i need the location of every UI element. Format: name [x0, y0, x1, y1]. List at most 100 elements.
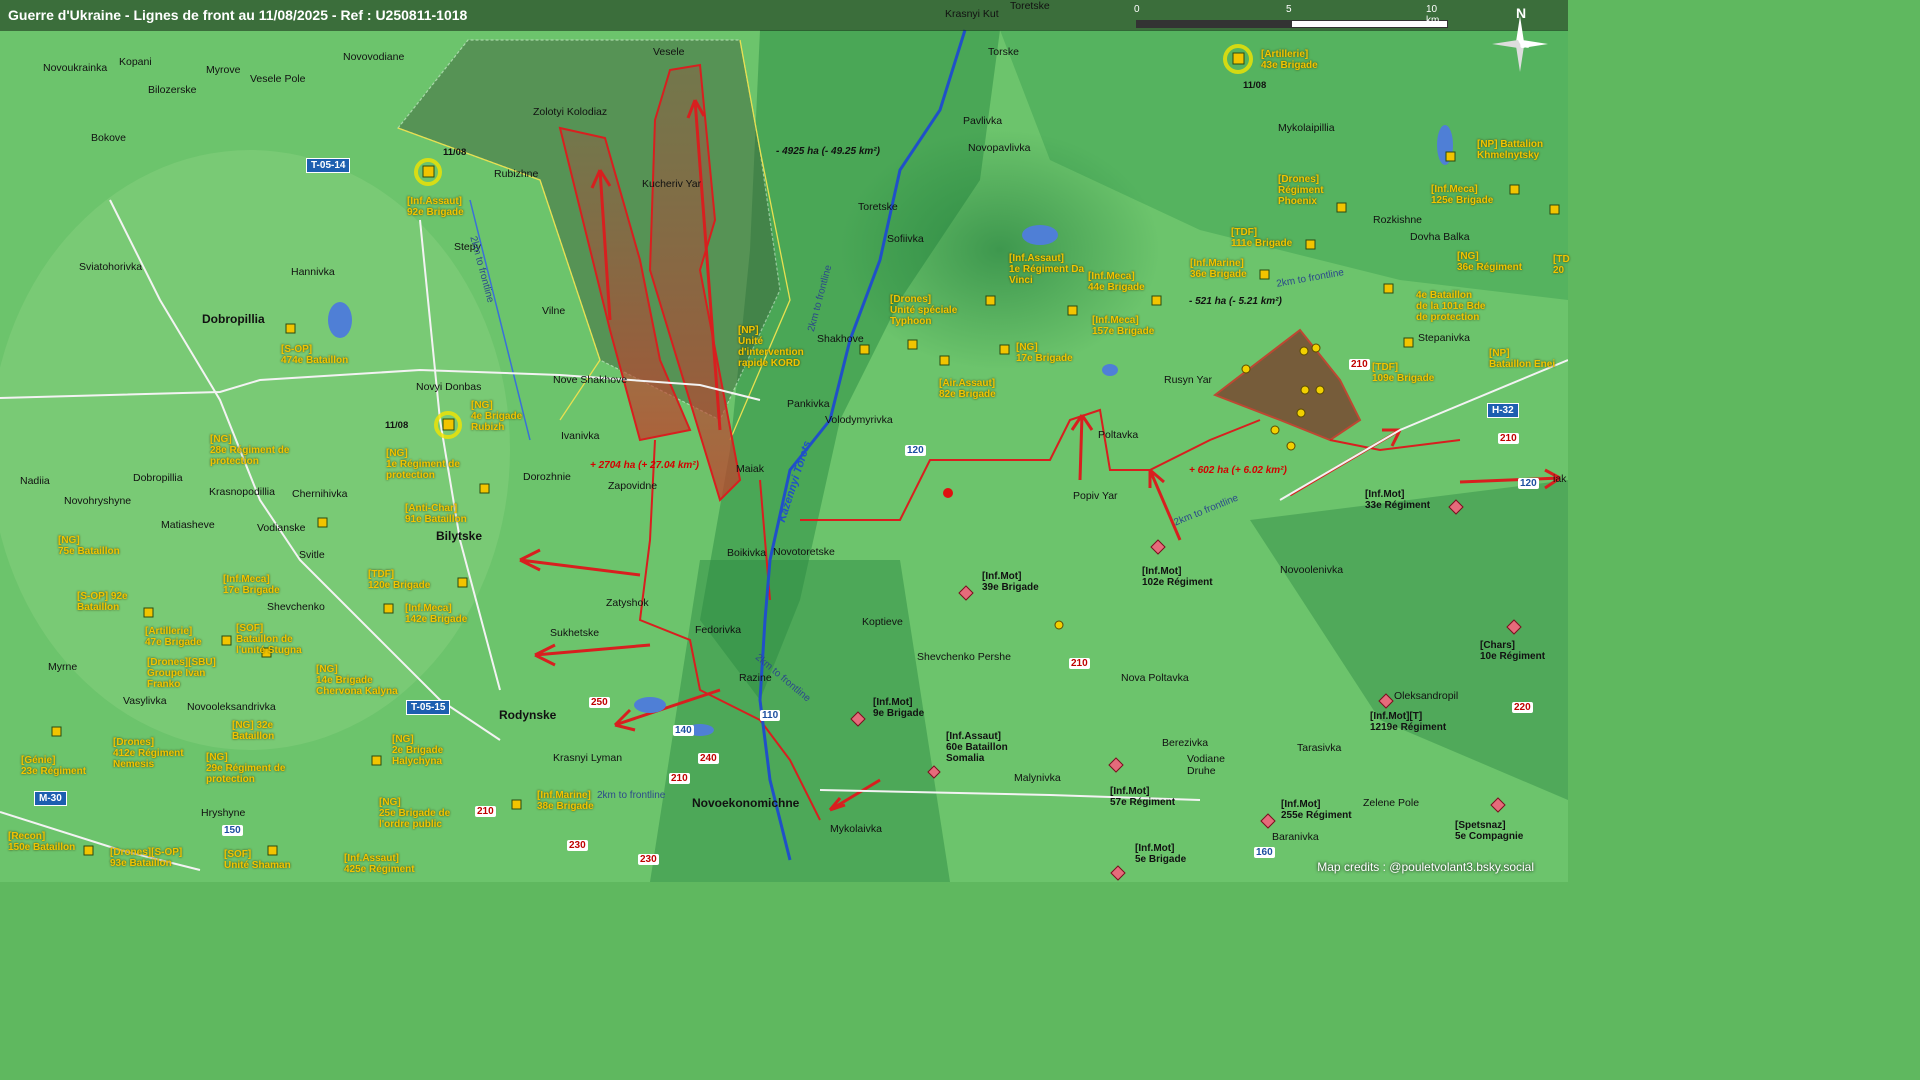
ua-unit-label: [NG] 2e Brigade Halychyna — [392, 734, 444, 767]
place-label: iak — [1553, 473, 1567, 485]
ua-unit-label: [NG] 32e Bataillon — [232, 720, 275, 742]
scale-half — [1137, 21, 1292, 27]
place-label: Shakhove — [817, 333, 864, 345]
place-label: Zapovidne — [608, 480, 658, 492]
road-number: 210 — [1349, 359, 1370, 370]
place-label: Krasnyi Lyman — [553, 752, 623, 764]
ua-unit-label: [NG] 17e Brigade — [1016, 342, 1073, 364]
place-label: Hannivka — [291, 266, 335, 278]
place-label: Zatyshok — [606, 597, 649, 609]
ua-unit-label: 4e Bataillon de la 101e Bde de protectio… — [1416, 290, 1486, 323]
place-label: Ivanivka — [561, 430, 600, 442]
road-number: 240 — [698, 753, 719, 764]
ru-unit-label: [Inf.Mot][T] 1219e Régiment — [1370, 711, 1447, 733]
place-label: Dobropillia — [202, 312, 265, 326]
ua-unit-label: [Inf.Assaut] 92e Brigade — [407, 196, 464, 218]
place-label: Kopani — [119, 56, 152, 68]
ru-unit-label: [Inf.Mot] 39e Brigade — [982, 571, 1039, 593]
place-label: Berezivka — [1162, 737, 1209, 749]
place-label: Volodymyrivka — [825, 414, 893, 426]
place-label: Tarasivka — [1297, 742, 1342, 754]
ua-unit-label: [NG] 75e Bataillon — [58, 535, 120, 557]
place-label: Rodynske — [499, 708, 557, 722]
place-label: Vesele Pole — [250, 73, 306, 85]
date-label: 11/08 — [1243, 80, 1267, 91]
place-label: Baranivka — [1272, 831, 1319, 843]
place-label: Bokove — [91, 132, 127, 144]
stat-loss-east: - 521 ha (- 5.21 km²) — [1189, 296, 1282, 307]
ru-unit-label: [Inf.Mot] 5e Brigade — [1135, 843, 1187, 865]
place-label: Dovha Balka — [1410, 231, 1470, 243]
place-label: Sukhetske — [550, 627, 600, 639]
place-label: Novoukrainka — [43, 62, 108, 74]
ru-unit-label: [Inf.Mot] 33e Régiment — [1365, 489, 1431, 511]
ua-unit-label: [SOF] Bataillon de l'unité Stugna — [236, 623, 302, 656]
place-label: Novoolenivka — [1280, 564, 1344, 576]
place-label: Svitle — [299, 549, 325, 561]
ua-unit-label: [Recon] 150e Bataillon — [8, 831, 76, 853]
road-number: 140 — [673, 725, 694, 736]
ru-unit-label: [Inf.Mot] 9e Brigade — [873, 697, 925, 719]
ru-unit-label: [Spetsnaz] 5e Compagnie — [1455, 820, 1524, 842]
ua-unit-label: [NP] Battalion Khmelnytsky — [1477, 139, 1544, 161]
road-number: 210 — [1069, 658, 1090, 669]
map-credits: Map credits : @pouletvolant3.bsky.social — [1317, 860, 1534, 874]
place-label: Vodiane Druhe — [1187, 753, 1225, 777]
road-number: 220 — [1512, 702, 1533, 713]
ua-unit-label: [Artillerie] 43e Brigade — [1261, 49, 1318, 71]
place-label: Bilozerske — [148, 84, 197, 96]
ru-unit-label: [Chars] 10e Régiment — [1480, 640, 1546, 662]
place-label: Pankivka — [787, 398, 830, 410]
ua-unit-label: [Drones] Unité spéciale Typhoon — [890, 294, 958, 327]
ua-unit-label: [NG] 29e Régiment de protection — [206, 752, 286, 785]
compass-north-label: N — [1516, 5, 1526, 21]
ua-unit-label: [NG] 4e Brigade Rubizh — [471, 400, 523, 433]
place-label: Hryshyne — [201, 807, 246, 819]
place-label: Chernihivka — [292, 488, 348, 500]
road-number: 110 — [760, 710, 781, 721]
place-label: Krasnyi Kut — [945, 8, 999, 20]
place-label: Dorozhnie — [523, 471, 571, 483]
ru-unit-label: [Inf.Mot] 102e Régiment — [1142, 566, 1213, 588]
ua-unit-label: [Artillerie] 47e Brigade — [145, 626, 202, 648]
place-label: Kucheriv Yar — [642, 178, 702, 190]
stat-loss-north: - 4925 ha (- 49.25 km²) — [776, 146, 880, 157]
compass-icon: N 80 — [1492, 5, 1548, 72]
place-label: Vodianske — [257, 522, 306, 534]
road-number: 230 — [567, 840, 588, 851]
road-number: 230 — [638, 854, 659, 865]
place-label: Novohryshyne — [64, 495, 132, 507]
place-label: Bilytske — [436, 529, 483, 543]
place-label: Vilne — [542, 305, 566, 317]
road-badge: T-05-14 — [306, 158, 351, 173]
scale-five: 5 — [1286, 4, 1292, 15]
scale-ten: 10 km — [1426, 4, 1440, 26]
scale-zero: 0 — [1134, 4, 1140, 15]
place-label: Nova Poltavka — [1121, 672, 1189, 684]
ua-unit-label: [NG] 28e Régiment de protection — [210, 434, 290, 467]
ua-unit-label: [NG] 25e Brigade de l'ordre public — [379, 797, 451, 830]
ua-unit-label: [NG] 36e Régiment — [1457, 251, 1523, 273]
place-label: Maiak — [736, 463, 765, 475]
ua-unit-label: [Drones] Régiment Phoenix — [1278, 174, 1324, 207]
place-label: Rozkishne — [1373, 214, 1423, 226]
place-label: Fedorivka — [695, 624, 742, 636]
place-label: Toretske — [1010, 0, 1050, 12]
place-label: Boikivka — [727, 547, 767, 559]
ua-unit-label: [Inf.Meca] 17e Brigade — [223, 574, 280, 596]
place-label: Novovodiane — [343, 51, 405, 63]
date-label: 11/08 — [385, 420, 409, 431]
place-label: Vasylivka — [123, 695, 167, 707]
place-label: Rubizhne — [494, 168, 539, 180]
ua-unit-label: [Drones] 412e Régiment Nemesis — [113, 737, 184, 770]
scale-track — [1136, 20, 1448, 28]
place-label: Shevchenko Pershe — [917, 651, 1011, 663]
place-label: Novoekonomichne — [692, 796, 800, 810]
road-number: 160 — [1254, 847, 1275, 858]
place-label: Dobropillia — [133, 472, 183, 484]
place-label: Nadiia — [20, 475, 50, 487]
place-label: Nove Shakhove — [553, 374, 628, 386]
ua-unit-label: [Inf.Meca] 157e Brigade — [1092, 315, 1155, 337]
ua-unit-label: [Inf.Meca] 125e Brigade — [1431, 184, 1494, 206]
ua-unit-label: [TDF] 120e Brigade — [368, 569, 431, 591]
